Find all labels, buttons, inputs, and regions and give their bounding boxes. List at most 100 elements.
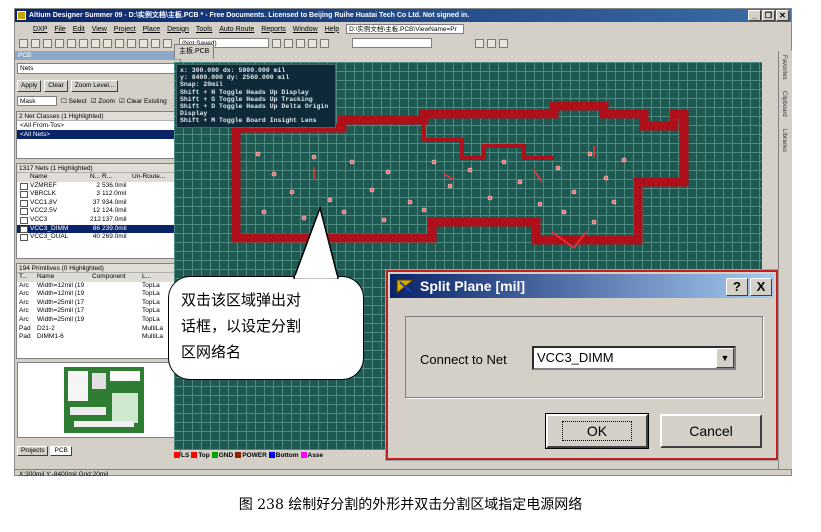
clipboard-tab[interactable]: Clipboard [781, 91, 787, 117]
split-plane-dialog: Split Plane [mil] ? X Connect to Net VCC… [386, 270, 778, 460]
callout-bubble: 双击该区域弹出对 话框，以设定分割 区网络名 [168, 276, 364, 380]
table-row[interactable]: Arc Width=25mil (17 TopLa [17, 299, 178, 308]
menu-dxp[interactable]: DXP [33, 26, 47, 33]
table-row[interactable]: Pad D21-2 MultiLa [17, 325, 178, 334]
table-cell: 12 [92, 207, 100, 215]
net-select[interactable]: VCC3_DIMM ▼ [532, 346, 736, 370]
apply-button[interactable]: Apply [17, 80, 42, 92]
help-button[interactable]: ? [726, 278, 748, 296]
select-icon[interactable] [115, 38, 124, 48]
window-title: Altium Designer Summer 09 - D:\实例文档\主板.P… [29, 12, 470, 19]
cut-icon[interactable] [79, 38, 88, 48]
undo-icon[interactable] [151, 38, 160, 48]
minimize-button[interactable]: _ [748, 10, 761, 21]
layer-tab-gnd[interactable]: GND [211, 452, 233, 459]
move-icon[interactable] [127, 38, 136, 48]
table-row[interactable]: VCC1.8V 37 934.0mil [17, 199, 178, 208]
table-cell: Arc [19, 290, 29, 298]
menu-design[interactable]: Design [167, 26, 189, 33]
open-icon[interactable] [31, 38, 40, 48]
close-button[interactable]: ✕ [776, 10, 789, 21]
menu-tools[interactable]: Tools [196, 26, 212, 33]
favorites-tab[interactable]: Favorites [781, 55, 787, 80]
table-cell: Width=25mil (19 [37, 315, 85, 323]
clear-existing-checkbox[interactable]: ☑ Clear Existing [119, 97, 167, 105]
document-path-combo[interactable]: D:\实例文档\主板.PCB\ViewName=Pr [346, 24, 465, 34]
layer-tab-ls[interactable]: LS [174, 452, 189, 459]
layer-tabs: LS Top GND POWER Bottom Asse [174, 450, 384, 460]
dialog-close-button[interactable]: X [750, 278, 772, 296]
grid-icon[interactable] [499, 38, 508, 48]
table-row[interactable]: Arc Width=12mil (19 TopLa [17, 282, 178, 291]
primitives-header: 194 Primitives (0 Highlighted) [17, 264, 178, 273]
deselect-icon[interactable] [139, 38, 148, 48]
menu-help[interactable]: Help [325, 26, 339, 33]
table-cell: TopLa [142, 315, 160, 323]
place-pad-icon[interactable] [296, 38, 305, 48]
board-preview[interactable] [17, 362, 178, 438]
menu-auto-route[interactable]: Auto Route [219, 26, 254, 33]
align-icon[interactable] [475, 38, 484, 48]
table-row[interactable]: VBRCLK 3 112.0mil [17, 190, 178, 199]
mode-select[interactable]: Nets [17, 63, 177, 74]
layer-set-combo[interactable] [352, 38, 432, 48]
layer-tab-assembly[interactable]: Asse [300, 452, 323, 459]
table-row[interactable]: Arc Width=25mil (17 TopLa [17, 307, 178, 316]
table-row[interactable]: Arc Width=25mil (19 TopLa [17, 316, 178, 325]
table-row[interactable]: VCC3_DUAL 40 269.0mil [17, 233, 178, 242]
maximize-button[interactable]: ❐ [762, 10, 775, 21]
menu-place[interactable]: Place [143, 26, 161, 33]
layer-tab-top[interactable]: Top [191, 452, 210, 459]
distribute-icon[interactable] [487, 38, 496, 48]
mask-select[interactable]: Mask [17, 96, 57, 106]
table-cell: VCC3 [30, 215, 48, 223]
layer-tab-power[interactable]: POWER [235, 452, 267, 459]
table-cell: 269.0mil [102, 233, 127, 241]
document-tab[interactable]: 主板.PCB [174, 44, 215, 59]
panel-tabs: Projects PCB [15, 446, 72, 456]
place-text-icon[interactable] [320, 38, 329, 48]
menu-window[interactable]: Window [293, 26, 318, 33]
select-checkbox[interactable]: ☐ Select [61, 97, 87, 105]
route-icon[interactable] [272, 38, 281, 48]
list-item[interactable]: <All Nets> [17, 130, 178, 139]
libraries-tab[interactable]: Libraries [781, 129, 787, 152]
new-icon[interactable] [19, 38, 28, 48]
paste-icon[interactable] [103, 38, 112, 48]
table-row[interactable]: VCC2.5V 12 124.0mil [17, 207, 178, 216]
list-item[interactable]: <All From-Tos> [17, 121, 178, 130]
chevron-down-icon[interactable]: ▼ [716, 348, 734, 368]
zoom-checkbox[interactable]: ☑ Zoom [91, 97, 115, 105]
table-row[interactable]: VCC3_DIMM 86 239.0mil [17, 224, 178, 234]
table-row[interactable]: VZMREF 2 536.0mil [17, 182, 178, 191]
status-bar: X:300mil Y:-8400mil Grid:20mil [15, 469, 791, 478]
menu-reports[interactable]: Reports [261, 26, 286, 33]
redo-icon[interactable] [163, 38, 172, 48]
menu-file[interactable]: File [54, 26, 65, 33]
cancel-button[interactable]: Cancel [660, 414, 762, 448]
table-cell: 137.0mil [102, 215, 127, 223]
print-icon[interactable] [55, 38, 64, 48]
save-icon[interactable] [43, 38, 52, 48]
clear-button[interactable]: Clear [44, 80, 68, 92]
place-fill-icon[interactable] [308, 38, 317, 48]
table-row[interactable]: Arc Width=12mil (19 TopLa [17, 290, 178, 299]
copy-icon[interactable] [91, 38, 100, 48]
table-row[interactable]: VCC3 212 137.0mil [17, 216, 178, 225]
menu-view[interactable]: View [92, 26, 107, 33]
board-thumbnail [64, 367, 144, 433]
menu-edit[interactable]: Edit [73, 26, 85, 33]
ok-button[interactable]: OK [545, 413, 649, 449]
table-cell: Arc [19, 281, 29, 289]
zoom-level-button[interactable]: Zoom Level... [70, 80, 119, 92]
table-cell: DIMM1-6 [37, 333, 64, 341]
table-row[interactable]: Pad DIMM1-6 MultiLa [17, 333, 178, 342]
menu-project[interactable]: Project [114, 26, 136, 33]
tab-pcb[interactable]: PCB [50, 446, 72, 456]
layer-tab-bottom[interactable]: Bottom [268, 452, 299, 459]
nets-list: 1317 Nets (1 Highlighted) Name N... R...… [16, 163, 179, 259]
tab-projects[interactable]: Projects [17, 446, 49, 456]
net-classes-header: 2 Net Classes (1 Highlighted) [17, 112, 178, 121]
place-via-icon[interactable] [284, 38, 293, 48]
zoom-icon[interactable] [67, 38, 76, 48]
